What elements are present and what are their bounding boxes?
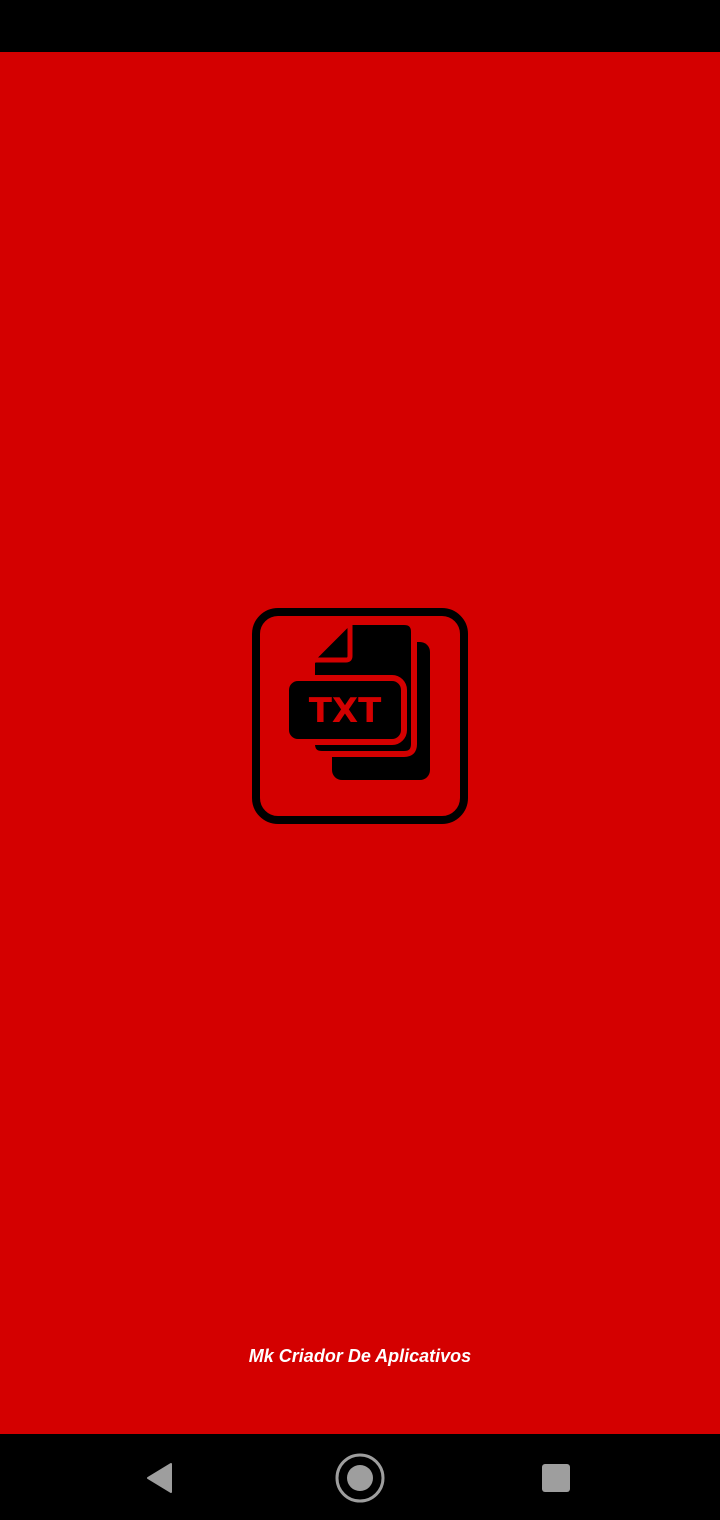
back-triangle-icon xyxy=(147,1463,172,1493)
app-logo: TXT xyxy=(252,608,468,824)
txt-file-icon: TXT xyxy=(252,608,468,824)
logo-text: TXT xyxy=(309,691,382,731)
status-bar xyxy=(0,0,720,52)
splash-screen: TXT Mk Criador De Aplicativos xyxy=(0,0,720,1520)
recents-square-icon xyxy=(542,1464,570,1492)
home-button[interactable] xyxy=(332,1450,388,1506)
recents-button[interactable] xyxy=(528,1450,584,1506)
home-circle-icon xyxy=(335,1453,385,1503)
developer-credit: Mk Criador De Aplicativos xyxy=(248,1346,472,1366)
splash-background: TXT Mk Criador De Aplicativos xyxy=(0,52,720,1434)
back-button[interactable] xyxy=(132,1450,188,1506)
navigation-bar xyxy=(0,1434,720,1520)
